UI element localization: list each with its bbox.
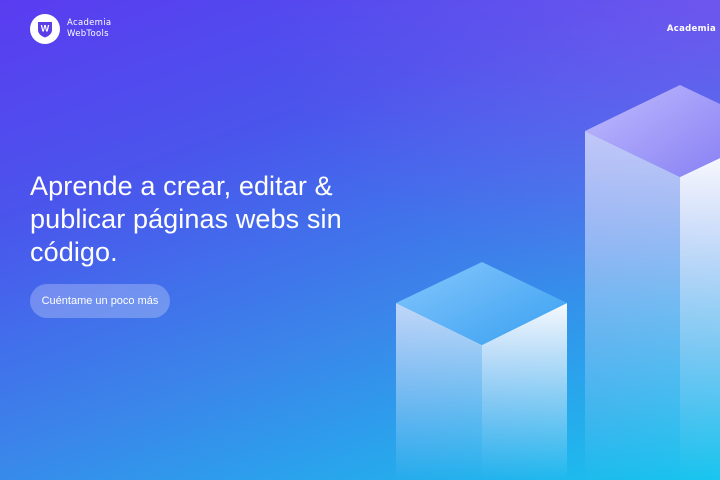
nav-link-academia[interactable]: Academia (667, 24, 716, 34)
cta-button[interactable]: Cuéntame un poco más (30, 284, 170, 318)
shield-logo-icon: W (30, 14, 60, 44)
brand-logo[interactable]: W Academia WebTools (30, 14, 111, 44)
tall-block (585, 85, 720, 480)
hero-section: W Academia WebTools Academia Aprende a c… (0, 0, 720, 480)
brand-name-line1: Academia (67, 18, 112, 28)
hero-headline: Aprende a crear, editar & publicar págin… (30, 171, 342, 267)
brand-name-line2: WebTools (67, 29, 109, 39)
logo-letter: W (41, 24, 50, 34)
brand-name: Academia WebTools (67, 18, 111, 40)
small-block (396, 262, 567, 480)
